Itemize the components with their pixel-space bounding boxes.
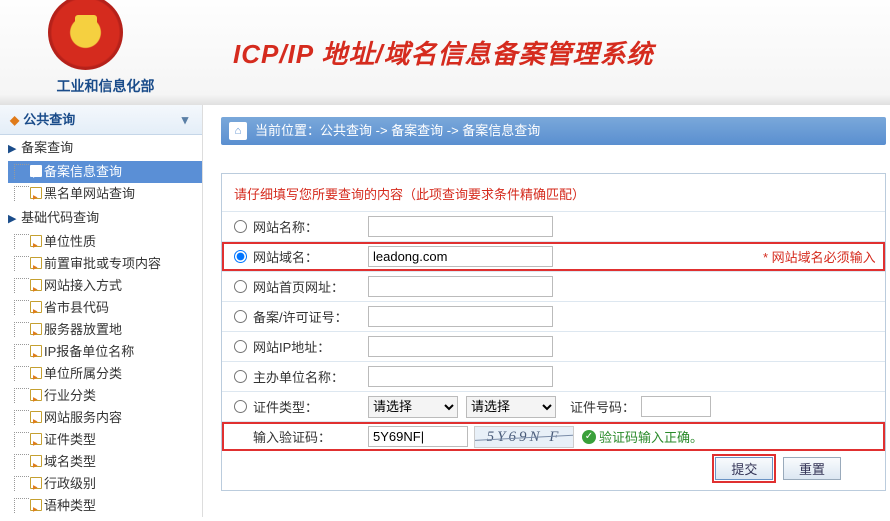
ministry-block: 工业和信息化部 <box>48 9 163 96</box>
breadcrumb-text: 当前位置：公共查询 -> 备案查询 -> 备案信息查询 <box>255 117 540 145</box>
document-icon <box>30 235 42 247</box>
sidebar-item[interactable]: 语种类型 <box>8 495 202 517</box>
document-icon <box>30 477 42 489</box>
document-icon <box>30 165 42 177</box>
captcha-image[interactable]: 5Y69N F <box>474 426 574 448</box>
reset-button[interactable]: 重置 <box>783 457 841 480</box>
sidebar-item[interactable]: 网站接入方式 <box>8 275 202 297</box>
input-sponsor[interactable] <box>368 366 553 387</box>
query-form: 请仔细填写您所要查询的内容（此项查询要求条件精确匹配） 网站名称： 网站域名： … <box>221 173 886 491</box>
sidebar-item[interactable]: 单位所属分类 <box>8 363 202 385</box>
main-content: ⌂ 当前位置：公共查询 -> 备案查询 -> 备案信息查询 请仔细填写您所要查询… <box>203 105 890 517</box>
input-captcha[interactable] <box>368 426 468 447</box>
document-icon <box>30 455 42 467</box>
radio-homepage[interactable] <box>234 280 247 293</box>
document-icon <box>30 499 42 511</box>
sidebar-item[interactable]: 前置审批或专项内容 <box>8 253 202 275</box>
sidebar-item[interactable]: 服务器放置地 <box>8 319 202 341</box>
sidebar-item[interactable]: 行业分类 <box>8 385 202 407</box>
row-site-name: 网站名称： <box>222 211 885 241</box>
radio-site-name[interactable] <box>234 220 247 233</box>
check-icon: ✓ <box>582 430 596 444</box>
arrow-icon: ▶ <box>8 213 16 225</box>
arrow-icon: ▶ <box>8 143 16 155</box>
select-cert-type-2[interactable]: 请选择 <box>466 396 556 418</box>
label-site-name: 网站名称： <box>253 217 368 236</box>
label-license: 备案/许可证号： <box>253 307 368 326</box>
button-row: 提交 重置 <box>222 451 885 490</box>
captcha-ok-badge: ✓ 验证码输入正确。 <box>582 427 703 446</box>
sidebar-item[interactable]: 省市县代码 <box>8 297 202 319</box>
sidebar-item[interactable]: 证件类型 <box>8 429 202 451</box>
input-homepage[interactable] <box>368 276 553 297</box>
document-icon <box>30 411 42 423</box>
radio-sponsor[interactable] <box>234 370 247 383</box>
row-cert: 证件类型： 请选择 请选择 证件号码： <box>222 391 885 421</box>
bullet-icon: ◆ <box>10 113 19 127</box>
label-homepage: 网站首页网址： <box>253 277 368 296</box>
document-icon <box>30 279 42 291</box>
row-license: 备案/许可证号： <box>222 301 885 331</box>
label-captcha: 输入验证码： <box>253 427 368 446</box>
sidebar: ◆公共查询 ▾ ▶ 备案查询备案信息查询黑名单网站查询▶ 基础代码查询单位性质前… <box>0 105 203 517</box>
row-site-domain: 网站域名： * 网站域名必须输入 <box>222 241 885 271</box>
label-ip: 网站IP地址： <box>253 337 368 356</box>
ministry-name: 工业和信息化部 <box>48 76 163 96</box>
label-sponsor: 主办单位名称： <box>253 367 368 386</box>
radio-license[interactable] <box>234 310 247 323</box>
document-icon <box>30 323 42 335</box>
radio-ip[interactable] <box>234 340 247 353</box>
sidebar-group-title[interactable]: ▶ 备案查询 <box>8 135 202 161</box>
sidebar-item[interactable]: IP报备单位名称 <box>8 341 202 363</box>
input-cert-no[interactable] <box>641 396 711 417</box>
captcha-ok-text: 验证码输入正确。 <box>599 427 703 446</box>
radio-cert[interactable] <box>234 400 247 413</box>
row-ip: 网站IP地址： <box>222 331 885 361</box>
submit-button[interactable]: 提交 <box>715 457 773 480</box>
form-hint: 请仔细填写您所要查询的内容（此项查询要求条件精确匹配） <box>222 174 885 211</box>
document-icon <box>30 301 42 313</box>
label-cert: 证件类型： <box>253 397 368 416</box>
radio-site-domain[interactable] <box>234 250 247 263</box>
document-icon <box>30 257 42 269</box>
document-icon <box>30 345 42 357</box>
sidebar-item[interactable]: 备案信息查询 <box>8 161 202 183</box>
document-icon <box>30 367 42 379</box>
document-icon <box>30 187 42 199</box>
national-emblem-icon <box>48 0 123 70</box>
sidebar-item[interactable]: 域名类型 <box>8 451 202 473</box>
label-cert-no: 证件号码： <box>570 397 635 416</box>
sidebar-section-header[interactable]: ◆ 公共查询 ▾ <box>0 105 202 135</box>
app-header: 工业和信息化部 ICP/IP 地址/域名信息备案管理系统 <box>0 0 890 105</box>
sidebar-item[interactable]: 黑名单网站查询 <box>8 183 202 205</box>
label-site-domain: 网站域名： <box>253 247 368 266</box>
sidebar-item[interactable]: 网站服务内容 <box>8 407 202 429</box>
document-icon <box>30 389 42 401</box>
row-sponsor: 主办单位名称： <box>222 361 885 391</box>
row-homepage: 网站首页网址： <box>222 271 885 301</box>
required-note: * 网站域名必须输入 <box>763 247 876 266</box>
system-title: ICP/IP 地址/域名信息备案管理系统 <box>233 34 654 71</box>
breadcrumb: ⌂ 当前位置：公共查询 -> 备案查询 -> 备案信息查询 <box>221 117 886 145</box>
sidebar-item[interactable]: 单位性质 <box>8 231 202 253</box>
chevron-down-icon[interactable]: ▾ <box>178 113 192 127</box>
sidebar-item[interactable]: 行政级别 <box>8 473 202 495</box>
input-site-name[interactable] <box>368 216 553 237</box>
home-icon[interactable]: ⌂ <box>229 122 247 140</box>
select-cert-type-1[interactable]: 请选择 <box>368 396 458 418</box>
row-captcha: 输入验证码： 5Y69N F ✓ 验证码输入正确。 <box>222 421 885 451</box>
document-icon <box>30 433 42 445</box>
sidebar-section-title: 公共查询 <box>23 112 75 127</box>
input-site-domain[interactable] <box>368 246 553 267</box>
input-ip[interactable] <box>368 336 553 357</box>
input-license[interactable] <box>368 306 553 327</box>
